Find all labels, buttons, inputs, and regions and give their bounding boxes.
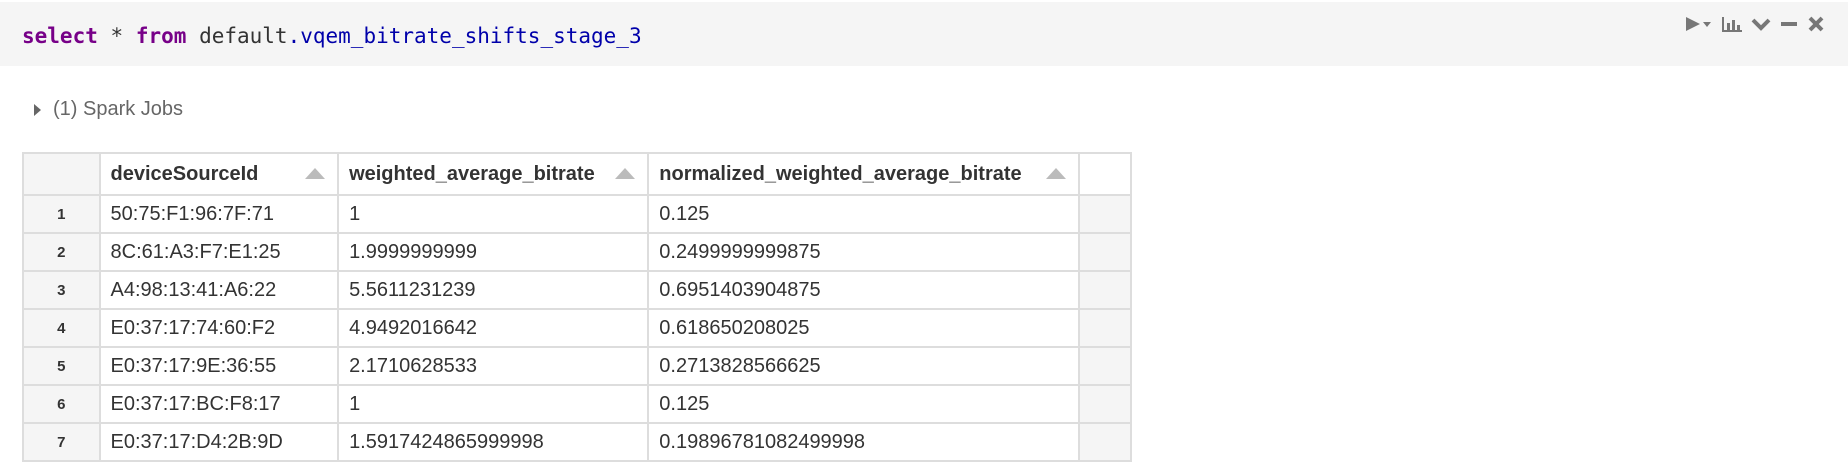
star-operator: * xyxy=(110,24,124,48)
chart-button[interactable] xyxy=(1720,12,1744,36)
sql-code-line[interactable]: select * from default.vqem_bitrate_shift… xyxy=(22,24,642,48)
table-row: 3 A4:98:13:41:A6:22 5.5611231239 0.69514… xyxy=(22,270,1132,310)
table-filler-cell xyxy=(1077,194,1132,234)
sort-asc-icon[interactable] xyxy=(1045,168,1066,179)
rownum-header xyxy=(22,152,101,196)
schema-name: default xyxy=(199,24,288,48)
row-number: 4 xyxy=(22,308,101,348)
bar-chart-icon xyxy=(1722,17,1742,32)
code-editor[interactable]: select * from default.vqem_bitrate_shift… xyxy=(0,2,1848,66)
cell-device-source-id[interactable]: 50:75:F1:96:7F:71 xyxy=(98,194,340,234)
minus-icon xyxy=(1781,22,1797,26)
table-row: 4 E0:37:17:74:60:F2 4.9492016642 0.61865… xyxy=(22,308,1132,348)
close-cell-button[interactable] xyxy=(1806,12,1826,36)
chevron-down-icon xyxy=(1751,18,1771,31)
table-row: 2 8C:61:A3:F7:E1:25 1.9999999999 0.24999… xyxy=(22,232,1132,272)
close-icon xyxy=(1808,16,1824,32)
table-filler-cell xyxy=(1077,422,1132,462)
spark-jobs-label: (1) Spark Jobs xyxy=(53,98,184,120)
table-row: 6 E0:37:17:BC:F8:17 1 0.125 xyxy=(22,384,1132,424)
table-filler-column xyxy=(1077,152,1132,196)
sort-asc-icon[interactable] xyxy=(615,168,636,179)
cell-normalized-weighted-average-bitrate[interactable]: 0.19896781082499998 xyxy=(647,422,1080,462)
row-number: 6 xyxy=(22,384,101,424)
table-row: 7 E0:37:17:D4:2B:9D 1.5917424865999998 0… xyxy=(22,422,1132,462)
cell-weighted-average-bitrate[interactable]: 2.1710628533 xyxy=(337,346,650,386)
table-filler-cell xyxy=(1077,346,1132,386)
cell-device-source-id[interactable]: E0:37:17:74:60:F2 xyxy=(98,308,340,348)
collapse-button[interactable] xyxy=(1750,12,1772,36)
cell-normalized-weighted-average-bitrate[interactable]: 0.6951403904875 xyxy=(647,270,1080,310)
keyword-from: from xyxy=(135,24,187,48)
column-header-label: normalized_weighted_average_bitrate xyxy=(659,162,1022,185)
cell-normalized-weighted-average-bitrate[interactable]: 0.125 xyxy=(647,194,1080,234)
cell-normalized-weighted-average-bitrate[interactable]: 0.618650208025 xyxy=(647,308,1080,348)
notebook-cell: select * from default.vqem_bitrate_shift… xyxy=(0,0,1848,474)
cell-weighted-average-bitrate[interactable]: 1 xyxy=(337,194,650,234)
cell-toolbar xyxy=(1684,12,1826,36)
row-number: 1 xyxy=(22,194,101,234)
caret-right-icon xyxy=(34,103,41,116)
table-name: vqem_bitrate_shifts_stage_3 xyxy=(300,24,642,48)
result-table-container[interactable]: deviceSourceId weighted_average_bitrate … xyxy=(22,152,1132,474)
row-number: 2 xyxy=(22,232,101,272)
table-filler-cell xyxy=(1077,308,1132,348)
minimize-button[interactable] xyxy=(1778,12,1800,36)
spark-jobs-toggle[interactable]: (1) Spark Jobs xyxy=(34,98,183,121)
cell-device-source-id[interactable]: E0:37:17:D4:2B:9D xyxy=(98,422,340,462)
cell-device-source-id[interactable]: E0:37:17:BC:F8:17 xyxy=(98,384,340,424)
cell-weighted-average-bitrate[interactable]: 1 xyxy=(337,384,650,424)
sort-asc-icon[interactable] xyxy=(305,168,326,179)
column-header-deviceSourceId[interactable]: deviceSourceId xyxy=(98,152,340,196)
column-header-normalized-weighted-average-bitrate[interactable]: normalized_weighted_average_bitrate xyxy=(647,152,1080,196)
column-header-label: deviceSourceId xyxy=(110,162,259,185)
cell-weighted-average-bitrate[interactable]: 5.5611231239 xyxy=(337,270,650,310)
cell-device-source-id[interactable]: E0:37:17:9E:36:55 xyxy=(98,346,340,386)
cell-normalized-weighted-average-bitrate[interactable]: 0.2713828566625 xyxy=(647,346,1080,386)
table-filler-cell xyxy=(1077,384,1132,424)
cell-weighted-average-bitrate[interactable]: 1.5917424865999998 xyxy=(337,422,650,462)
table-header-row: deviceSourceId weighted_average_bitrate … xyxy=(22,152,1132,196)
dot-separator: . xyxy=(287,24,301,48)
cell-normalized-weighted-average-bitrate[interactable]: 0.125 xyxy=(647,384,1080,424)
cell-normalized-weighted-average-bitrate[interactable]: 0.2499999999875 xyxy=(647,232,1080,272)
cell-device-source-id[interactable]: 8C:61:A3:F7:E1:25 xyxy=(98,232,340,272)
row-number: 5 xyxy=(22,346,101,386)
table-filler-cell xyxy=(1077,270,1132,310)
cell-weighted-average-bitrate[interactable]: 1.9999999999 xyxy=(337,232,650,272)
result-table: deviceSourceId weighted_average_bitrate … xyxy=(22,152,1132,462)
play-icon xyxy=(1686,17,1711,31)
cell-weighted-average-bitrate[interactable]: 4.9492016642 xyxy=(337,308,650,348)
keyword-select: select xyxy=(22,24,98,48)
table-row: 1 50:75:F1:96:7F:71 1 0.125 xyxy=(22,194,1132,234)
table-filler-cell xyxy=(1077,232,1132,272)
table-row: 5 E0:37:17:9E:36:55 2.1710628533 0.27138… xyxy=(22,346,1132,386)
row-number: 3 xyxy=(22,270,101,310)
run-cell-button[interactable] xyxy=(1684,12,1714,36)
row-number: 7 xyxy=(22,422,101,462)
cell-device-source-id[interactable]: A4:98:13:41:A6:22 xyxy=(98,270,340,310)
column-header-label: weighted_average_bitrate xyxy=(349,162,595,185)
column-header-weighted-average-bitrate[interactable]: weighted_average_bitrate xyxy=(337,152,650,196)
